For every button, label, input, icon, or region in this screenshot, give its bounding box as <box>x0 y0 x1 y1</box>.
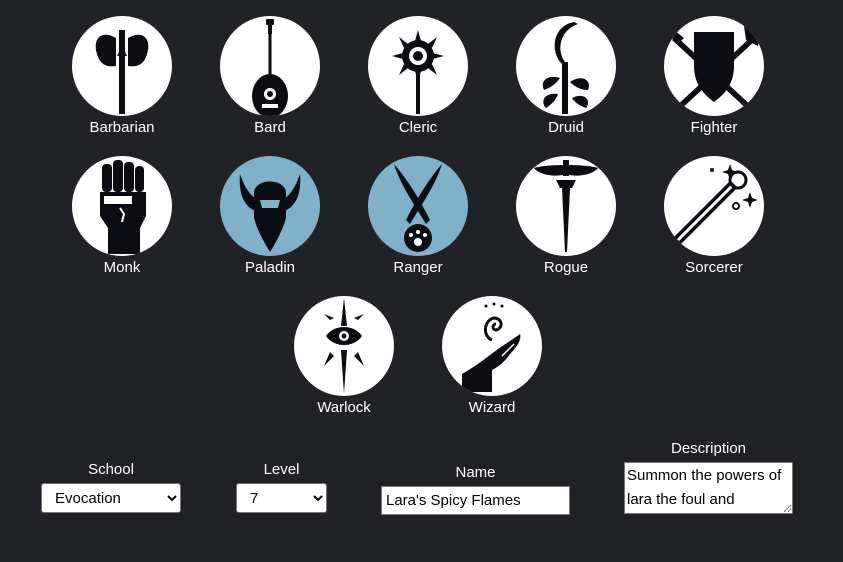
class-druid[interactable]: Druid <box>511 16 621 137</box>
sparkle-staff-icon <box>664 156 764 256</box>
level-label: Level <box>263 461 300 478</box>
spell-hand-icon <box>442 296 542 396</box>
class-ranger[interactable]: Ranger <box>363 156 473 277</box>
level-field: Level 7 <box>236 461 327 513</box>
class-barbarian[interactable]: Barbarian <box>67 16 177 137</box>
school-label: School <box>88 461 134 478</box>
description-textarea[interactable]: Summon the powers of lara the foul and <box>624 462 793 514</box>
class-label: Bard <box>254 119 286 136</box>
class-sorcerer[interactable]: Sorcerer <box>659 156 769 277</box>
class-fighter[interactable]: Fighter <box>659 16 769 137</box>
name-label: Name <box>455 464 496 481</box>
class-paladin[interactable]: Paladin <box>215 156 325 277</box>
shield-crossed-weapons-icon <box>664 16 764 116</box>
class-label: Paladin <box>244 259 296 276</box>
mace-icon <box>368 16 468 116</box>
fist-icon <box>72 156 172 256</box>
winged-helm-icon <box>220 156 320 256</box>
description-label: Description <box>670 440 747 457</box>
class-label: Druid <box>548 119 584 136</box>
class-wizard[interactable]: Wizard <box>437 296 547 417</box>
description-field: Description Summon the powers of lara th… <box>624 440 793 514</box>
level-select[interactable]: 7 <box>236 483 327 513</box>
school-select[interactable]: Evocation <box>41 483 181 513</box>
eye-star-icon <box>294 296 394 396</box>
axe-icon <box>72 16 172 116</box>
crossed-blades-paw-icon <box>368 156 468 256</box>
class-warlock[interactable]: Warlock <box>289 296 399 417</box>
school-field: School Evocation <box>41 461 181 513</box>
class-label: Wizard <box>468 399 516 416</box>
class-label: Sorcerer <box>685 259 743 276</box>
class-bard[interactable]: Bard <box>215 16 325 137</box>
sickle-leaves-icon <box>516 16 616 116</box>
class-label: Monk <box>103 259 141 276</box>
class-label: Barbarian <box>89 119 155 136</box>
lute-icon <box>220 16 320 116</box>
class-label: Cleric <box>398 119 438 136</box>
class-label: Ranger <box>393 259 443 276</box>
class-label: Fighter <box>690 119 738 136</box>
class-label: Warlock <box>317 399 371 416</box>
mask-dagger-icon <box>516 156 616 256</box>
name-field: Name <box>381 464 570 515</box>
class-label: Rogue <box>543 259 589 276</box>
name-input[interactable] <box>381 486 570 515</box>
class-cleric[interactable]: Cleric <box>363 16 473 137</box>
class-rogue[interactable]: Rogue <box>511 156 621 277</box>
class-monk[interactable]: Monk <box>67 156 177 277</box>
